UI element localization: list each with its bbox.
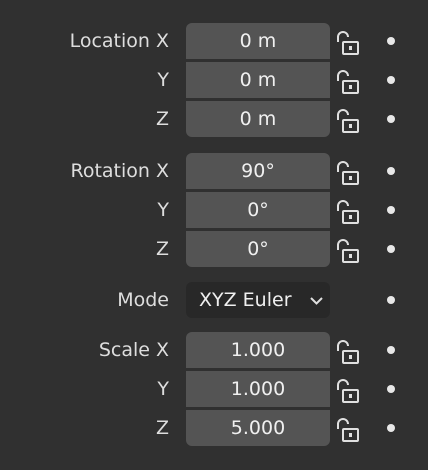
location-y-row: Y 0 m: [0, 61, 428, 99]
keyframe-dot-icon[interactable]: [387, 76, 395, 84]
rotation-x-label: Rotation X: [70, 160, 169, 182]
unlocked-padlock-icon[interactable]: [334, 337, 364, 367]
keyframe-dot-icon[interactable]: [387, 37, 395, 45]
scale-z-field[interactable]: 5.000: [186, 410, 330, 446]
rotation-z-field[interactable]: 0°: [186, 231, 330, 267]
scale-y-row: Y 1.000: [0, 370, 428, 408]
location-z-field[interactable]: 0 m: [186, 101, 330, 137]
rotation-y-field[interactable]: 0°: [186, 192, 330, 228]
scale-y-field[interactable]: 1.000: [186, 371, 330, 407]
unlocked-padlock-icon[interactable]: [334, 158, 364, 188]
chevron-down-icon: [310, 297, 323, 305]
keyframe-dot-icon[interactable]: [387, 245, 395, 253]
unlocked-padlock-icon[interactable]: [334, 106, 364, 136]
location-y-field[interactable]: 0 m: [186, 62, 330, 98]
unlocked-padlock-icon[interactable]: [334, 236, 364, 266]
location-x-label: Location X: [69, 30, 169, 52]
location-x-field[interactable]: 0 m: [186, 23, 330, 59]
location-x-row: Location X 0 m: [0, 22, 428, 60]
rotation-mode-dropdown[interactable]: XYZ Euler: [186, 282, 330, 318]
keyframe-dot-icon[interactable]: [387, 167, 395, 175]
unlocked-padlock-icon[interactable]: [334, 67, 364, 97]
unlocked-padlock-icon[interactable]: [334, 197, 364, 227]
location-z-label: Z: [155, 108, 169, 130]
scale-z-row: Z 5.000: [0, 409, 428, 447]
keyframe-dot-icon[interactable]: [387, 346, 395, 354]
rotation-z-row: Z 0°: [0, 230, 428, 268]
rotation-z-label: Z: [155, 238, 169, 260]
unlocked-padlock-icon[interactable]: [334, 28, 364, 58]
mode-label: Mode: [117, 289, 169, 311]
keyframe-dot-icon[interactable]: [387, 206, 395, 214]
location-y-label: Y: [157, 69, 169, 91]
scale-x-field[interactable]: 1.000: [186, 332, 330, 368]
scale-y-label: Y: [157, 378, 169, 400]
mode-row: Mode XYZ Euler: [0, 281, 428, 319]
rotation-y-label: Y: [157, 199, 169, 221]
scale-x-row: Scale X 1.000: [0, 331, 428, 369]
scale-z-label: Z: [155, 417, 169, 439]
keyframe-dot-icon[interactable]: [387, 385, 395, 393]
rotation-mode-value: XYZ Euler: [199, 289, 292, 311]
rotation-x-field[interactable]: 90°: [186, 153, 330, 189]
keyframe-dot-icon[interactable]: [387, 296, 395, 304]
location-z-row: Z 0 m: [0, 100, 428, 138]
keyframe-dot-icon[interactable]: [387, 424, 395, 432]
scale-x-label: Scale X: [98, 339, 169, 361]
rotation-x-row: Rotation X 90°: [0, 152, 428, 190]
unlocked-padlock-icon[interactable]: [334, 415, 364, 445]
unlocked-padlock-icon[interactable]: [334, 376, 364, 406]
rotation-y-row: Y 0°: [0, 191, 428, 229]
keyframe-dot-icon[interactable]: [387, 115, 395, 123]
